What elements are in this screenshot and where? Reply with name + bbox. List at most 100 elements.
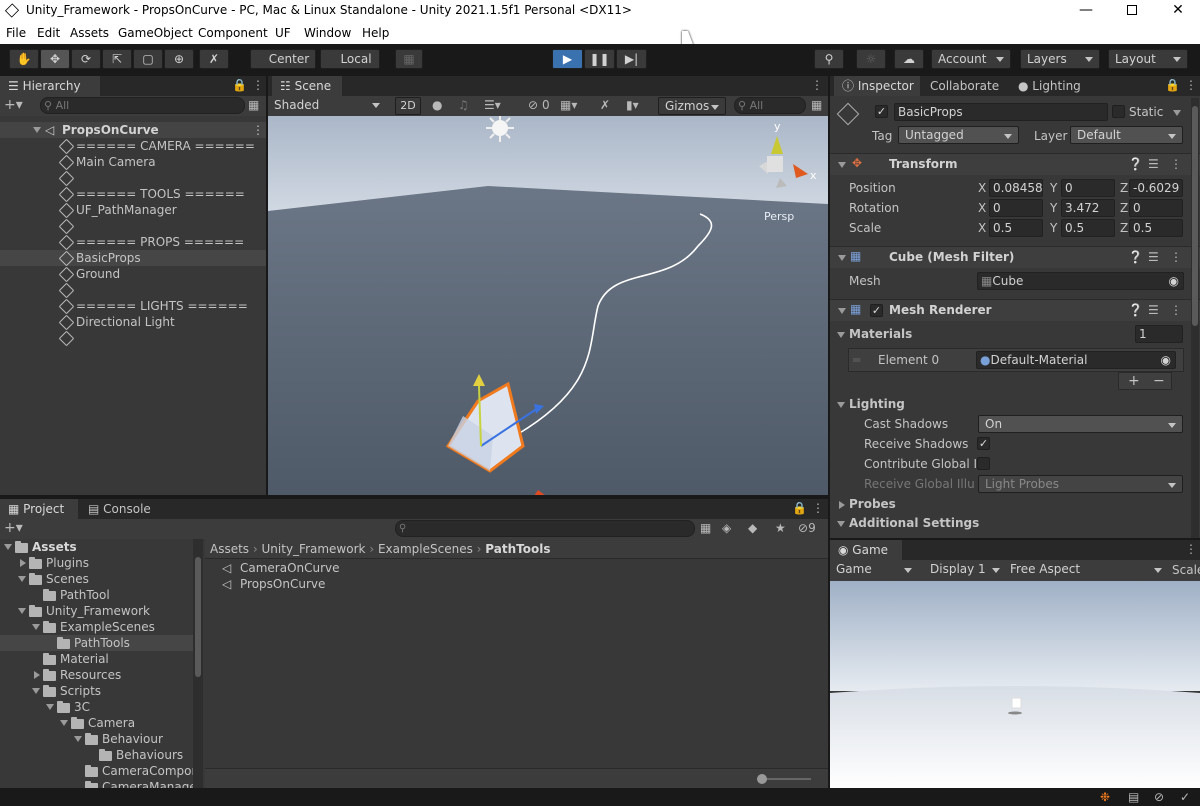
mesh-renderer-expand-icon[interactable] xyxy=(838,308,846,314)
breadcrumb-example-scenes[interactable]: ExampleScenes xyxy=(378,542,473,556)
hierarchy-item[interactable] xyxy=(0,282,266,299)
component-menu-icon[interactable]: ⋮ xyxy=(1170,303,1182,317)
layout-dropdown[interactable]: Layout xyxy=(1108,49,1188,69)
mesh-object-field[interactable]: ▦Cube ◉ xyxy=(977,272,1184,290)
expand-arrow-icon[interactable] xyxy=(32,624,40,630)
add-icon[interactable]: +▾ xyxy=(4,97,23,113)
tab-console[interactable]: ▤ Console xyxy=(80,499,159,519)
lock-icon[interactable]: 🔒 xyxy=(232,78,247,92)
lighting-toggle-icon[interactable]: ● xyxy=(432,98,442,112)
additional-expand-icon[interactable] xyxy=(837,521,845,527)
tab-lighting[interactable]: ● Lighting xyxy=(1010,76,1089,96)
breadcrumb-assets[interactable]: Assets xyxy=(210,542,249,556)
tab-game[interactable]: ◉ Game xyxy=(830,540,902,560)
hierarchy-item[interactable]: Ground xyxy=(0,266,266,283)
hierarchy-item[interactable]: ====== TOOLS ====== xyxy=(0,186,266,203)
hierarchy-item[interactable]: BasicProps xyxy=(0,250,266,267)
search-icon[interactable]: ⚲ xyxy=(814,49,844,69)
game-view[interactable] xyxy=(830,581,1200,788)
minimize-button[interactable]: — xyxy=(1063,0,1109,22)
tag-dropdown[interactable]: Untagged xyxy=(898,126,1019,144)
remove-element-button[interactable]: − xyxy=(1153,373,1165,389)
menu-gameobject[interactable]: GameObject xyxy=(118,26,193,40)
menu-window[interactable]: Window xyxy=(304,26,351,40)
object-name-field[interactable]: BasicProps xyxy=(894,103,1108,121)
receive-shadows-checkbox[interactable]: ✓ xyxy=(977,437,990,450)
hierarchy-item[interactable] xyxy=(0,170,266,187)
expand-arrow-icon[interactable] xyxy=(33,127,41,133)
play-button[interactable]: ▶ xyxy=(552,49,583,69)
hierarchy-item[interactable]: UF_PathManager xyxy=(0,202,266,219)
scene-header-row[interactable]: ◁ PropsOnCurve ⋮ xyxy=(0,122,266,138)
hierarchy-item[interactable]: ====== PROPS ====== xyxy=(0,234,266,251)
inspector-scrollbar[interactable] xyxy=(1191,98,1199,538)
hierarchy-item[interactable]: Main Camera xyxy=(0,154,266,171)
tools-toggle-icon[interactable]: ✗ xyxy=(600,98,610,112)
more-menu-icon[interactable]: ⋮ xyxy=(252,78,264,92)
hierarchy-item[interactable]: Directional Light xyxy=(0,314,266,331)
help-icon[interactable]: ❔ xyxy=(1128,303,1143,317)
materials-expand-icon[interactable] xyxy=(837,332,845,338)
tree-folder-item[interactable]: Camera xyxy=(0,715,193,731)
tree-folder-item[interactable]: Material xyxy=(0,651,193,667)
materials-count-field[interactable]: 1 xyxy=(1135,325,1183,343)
expand-arrow-icon[interactable] xyxy=(18,608,26,614)
tree-folder-item[interactable]: Behaviour xyxy=(0,731,193,747)
scale-y-field[interactable]: 0.5 xyxy=(1061,219,1115,237)
move-tool-icon[interactable]: ✥ xyxy=(40,49,70,69)
tree-folder-item[interactable]: Resources xyxy=(0,667,193,683)
camera-icon[interactable]: ▮▾ xyxy=(626,98,639,112)
hidden-objects-icon[interactable]: ⊘ xyxy=(528,98,538,112)
tree-folder-item[interactable]: 3C xyxy=(0,699,193,715)
project-search-input[interactable]: ⚲ xyxy=(395,520,695,537)
file-camera-on-curve[interactable]: ◁ CameraOnCurve xyxy=(222,560,422,576)
expand-arrow-icon[interactable] xyxy=(60,720,68,726)
scene-filter-icon[interactable]: ▦ xyxy=(248,98,259,112)
menu-edit[interactable]: Edit xyxy=(37,26,60,40)
slider-handle[interactable] xyxy=(757,774,767,784)
component-menu-icon[interactable]: ⋮ xyxy=(1170,250,1182,264)
lighting-expand-icon[interactable] xyxy=(837,402,845,408)
gizmos-dropdown[interactable]: Gizmos xyxy=(658,97,726,115)
tree-folder-item[interactable]: PathTool xyxy=(0,587,193,603)
collapse-arrow-icon[interactable] xyxy=(20,559,26,567)
bug-icon[interactable]: ❉ xyxy=(1100,790,1110,804)
preset-icon[interactable]: ☰ xyxy=(1148,157,1159,171)
tab-project[interactable]: ▦ Project xyxy=(0,499,78,519)
scale-z-field[interactable]: 0.5 xyxy=(1129,219,1183,237)
menu-file[interactable]: File xyxy=(6,26,26,40)
icon-size-slider[interactable] xyxy=(757,774,811,784)
cache-icon[interactable]: ▤ xyxy=(1128,790,1139,804)
expand-arrow-icon[interactable] xyxy=(4,544,12,550)
menu-help[interactable]: Help xyxy=(362,26,389,40)
tree-folder-item[interactable]: Assets xyxy=(0,539,193,555)
pivot-center-button[interactable]: Center xyxy=(250,49,316,69)
rotation-y-field[interactable]: 3.472 xyxy=(1061,199,1115,217)
breadcrumb-path-tools[interactable]: PathTools xyxy=(485,542,550,556)
step-button[interactable]: ▶| xyxy=(616,49,647,69)
game-mode-dropdown[interactable]: Game xyxy=(830,561,918,580)
transform-tool-icon[interactable]: ⊕ xyxy=(164,49,194,69)
tab-hierarchy[interactable]: ☰ Hierarchy xyxy=(0,76,100,96)
pause-button[interactable]: ❚❚ xyxy=(584,49,615,69)
rect-tool-icon[interactable]: ▢ xyxy=(133,49,163,69)
tree-folder-item[interactable]: Unity_Framework xyxy=(0,603,193,619)
hand-tool-icon[interactable]: ✋ xyxy=(9,49,39,69)
rotation-z-field[interactable]: 0 xyxy=(1129,199,1183,217)
aspect-dropdown[interactable]: Free Aspect xyxy=(1004,561,1168,580)
hierarchy-item[interactable]: ====== LIGHTS ====== xyxy=(0,298,266,315)
cast-shadows-dropdown[interactable]: On xyxy=(978,415,1183,433)
tree-folder-item[interactable]: Scenes xyxy=(0,571,193,587)
object-picker-icon[interactable]: ◉ xyxy=(1161,352,1171,368)
tab-scene[interactable]: ☷ Scene xyxy=(272,76,342,96)
hierarchy-item[interactable] xyxy=(0,330,266,347)
object-picker-icon[interactable]: ◉ xyxy=(1169,273,1179,289)
effects-toggle-icon[interactable]: ☰▾ xyxy=(484,98,501,112)
mesh-renderer-enabled-checkbox[interactable]: ✓ xyxy=(870,304,883,317)
probes-expand-icon[interactable] xyxy=(839,501,845,509)
grid-toggle-icon[interactable]: ▦▾ xyxy=(560,98,577,112)
hierarchy-item[interactable]: ====== CAMERA ====== xyxy=(0,138,266,155)
game-more-icon[interactable]: ⋮ xyxy=(1185,542,1197,556)
search-by-type-icon[interactable]: ▦ xyxy=(700,521,711,535)
drag-handle-icon[interactable]: ═ xyxy=(853,353,860,367)
